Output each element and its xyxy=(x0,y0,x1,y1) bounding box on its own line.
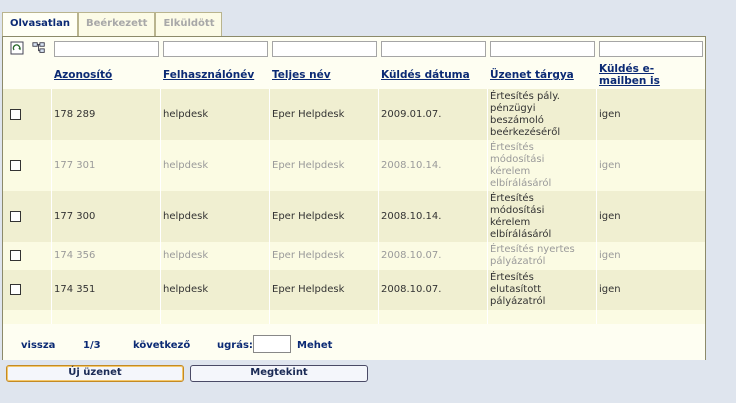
cell-id: 177 300 xyxy=(54,211,96,222)
subject-line: elbírálásáról xyxy=(490,178,552,189)
subject-line: beérkezéséről xyxy=(490,127,561,138)
filter-email-input[interactable] xyxy=(599,41,703,57)
subject-line: pénzügyi xyxy=(490,103,536,114)
subject-line: elbírálásáról xyxy=(490,229,552,240)
column-separator xyxy=(487,89,488,324)
subject-line: pályázatról xyxy=(490,256,546,267)
table-row[interactable]: 178 289 helpdesk Eper Helpdesk 2009.01.0… xyxy=(3,89,705,140)
tab-unread[interactable]: Olvasatlan xyxy=(2,12,78,37)
goto-button[interactable]: Mehet xyxy=(297,340,332,351)
cell-email: igen xyxy=(599,109,621,120)
subject-line: módosítási xyxy=(490,154,545,165)
column-header-fullname[interactable]: Teljes név xyxy=(272,69,331,81)
subject-line: Értesítés pály. xyxy=(490,91,560,102)
column-header-email[interactable]: Küldés e-mailben is xyxy=(599,63,701,87)
column-separator xyxy=(596,89,597,324)
cell-date: 2008.10.07. xyxy=(381,284,442,295)
cell-date: 2008.10.14. xyxy=(381,160,442,171)
pagination: vissza 1/3 következő ugrás: Mehet xyxy=(3,324,705,360)
cell-username: helpdesk xyxy=(163,211,209,222)
table-row[interactable]: 174 356 helpdesk Eper Helpdesk 2008.10.0… xyxy=(3,242,705,270)
column-separator xyxy=(160,89,161,324)
subject-line: elutasított xyxy=(490,284,542,295)
column-header-date[interactable]: Küldés dátuma xyxy=(381,69,470,81)
cell-subject: Értesítés pály. pénzügyi beszámoló beérk… xyxy=(490,91,560,139)
cell-date: 2009.01.07. xyxy=(381,109,442,120)
cell-id: 177 301 xyxy=(54,160,96,171)
subject-line: pályázatról xyxy=(490,296,546,307)
cell-email: igen xyxy=(599,211,621,222)
table-row-empty xyxy=(3,310,705,324)
table-row[interactable]: 177 301 helpdesk Eper Helpdesk 2008.10.1… xyxy=(3,140,705,191)
cell-fullname: Eper Helpdesk xyxy=(272,250,345,261)
column-header-id[interactable]: Azonosító xyxy=(54,69,112,81)
cell-date: 2008.10.14. xyxy=(381,211,442,222)
table-row[interactable]: 174 351 helpdesk Eper Helpdesk 2008.10.0… xyxy=(3,270,705,310)
row-checkbox[interactable] xyxy=(10,109,21,120)
subject-line: módosítási xyxy=(490,205,545,216)
cell-fullname: Eper Helpdesk xyxy=(272,284,345,295)
column-separator xyxy=(51,89,52,324)
cell-email: igen xyxy=(599,284,621,295)
column-separator xyxy=(378,89,379,324)
cell-subject: Értesítés módosítási kérelem elbírálásár… xyxy=(490,193,551,241)
cell-fullname: Eper Helpdesk xyxy=(272,109,345,120)
cell-subject: Értesítés módosítási kérelem elbírálásár… xyxy=(490,142,551,190)
cell-fullname: Eper Helpdesk xyxy=(272,211,345,222)
tab-received[interactable]: Beérkezett xyxy=(77,12,156,36)
subject-line: kérelem xyxy=(490,166,531,177)
cell-subject: Értesítés nyertes pályázatról xyxy=(490,244,575,268)
cell-username: helpdesk xyxy=(163,284,209,295)
cell-username: helpdesk xyxy=(163,250,209,261)
tab-sent[interactable]: Elküldött xyxy=(155,12,223,36)
table-row[interactable]: 177 300 helpdesk Eper Helpdesk 2008.10.1… xyxy=(3,191,705,242)
cell-username: helpdesk xyxy=(163,109,209,120)
row-checkbox[interactable] xyxy=(10,250,21,261)
goto-page-input[interactable] xyxy=(253,335,291,353)
cell-id: 178 289 xyxy=(54,109,96,120)
subject-line: Értesítés xyxy=(490,142,534,153)
filter-date-input[interactable] xyxy=(381,41,486,57)
subject-line: beszámoló xyxy=(490,115,544,126)
row-checkbox[interactable] xyxy=(10,284,21,295)
subject-line: Értesítés xyxy=(490,193,534,204)
view-button[interactable]: Megtekint xyxy=(190,365,368,382)
goto-label: ugrás: xyxy=(217,340,253,351)
cell-id: 174 351 xyxy=(54,284,96,295)
pager-back-link[interactable]: vissza xyxy=(21,340,55,351)
refresh-icon[interactable] xyxy=(10,41,24,55)
subject-line: Értesítés nyertes xyxy=(490,244,575,255)
column-header-username[interactable]: Felhasználónév xyxy=(163,69,254,81)
cell-subject: Értesítés elutasított pályázatról xyxy=(490,272,545,308)
subject-line: kérelem xyxy=(490,217,531,228)
cell-username: helpdesk xyxy=(163,160,209,171)
cell-id: 174 356 xyxy=(54,250,96,261)
filter-id-input[interactable] xyxy=(54,41,159,57)
subject-line: Értesítés xyxy=(490,272,534,283)
tab-bar: Olvasatlan Beérkezett Elküldött xyxy=(2,12,223,37)
filter-subject-input[interactable] xyxy=(490,41,595,57)
new-message-button[interactable]: Új üzenet xyxy=(6,365,184,382)
pager-next-link[interactable]: következő xyxy=(133,340,190,351)
row-checkbox[interactable] xyxy=(10,211,21,222)
column-separator xyxy=(269,89,270,324)
tree-icon[interactable] xyxy=(32,41,46,55)
row-checkbox[interactable] xyxy=(10,160,21,171)
filter-fullname-input[interactable] xyxy=(272,41,377,57)
cell-email: igen xyxy=(599,160,621,171)
cell-email: igen xyxy=(599,250,621,261)
page-indicator: 1/3 xyxy=(83,340,101,351)
cell-fullname: Eper Helpdesk xyxy=(272,160,345,171)
cell-date: 2008.10.07. xyxy=(381,250,442,261)
message-panel: Azonosító Felhasználónév Teljes név Küld… xyxy=(2,36,706,360)
filter-username-input[interactable] xyxy=(163,41,268,57)
column-header-subject[interactable]: Üzenet tárgya xyxy=(490,69,574,81)
